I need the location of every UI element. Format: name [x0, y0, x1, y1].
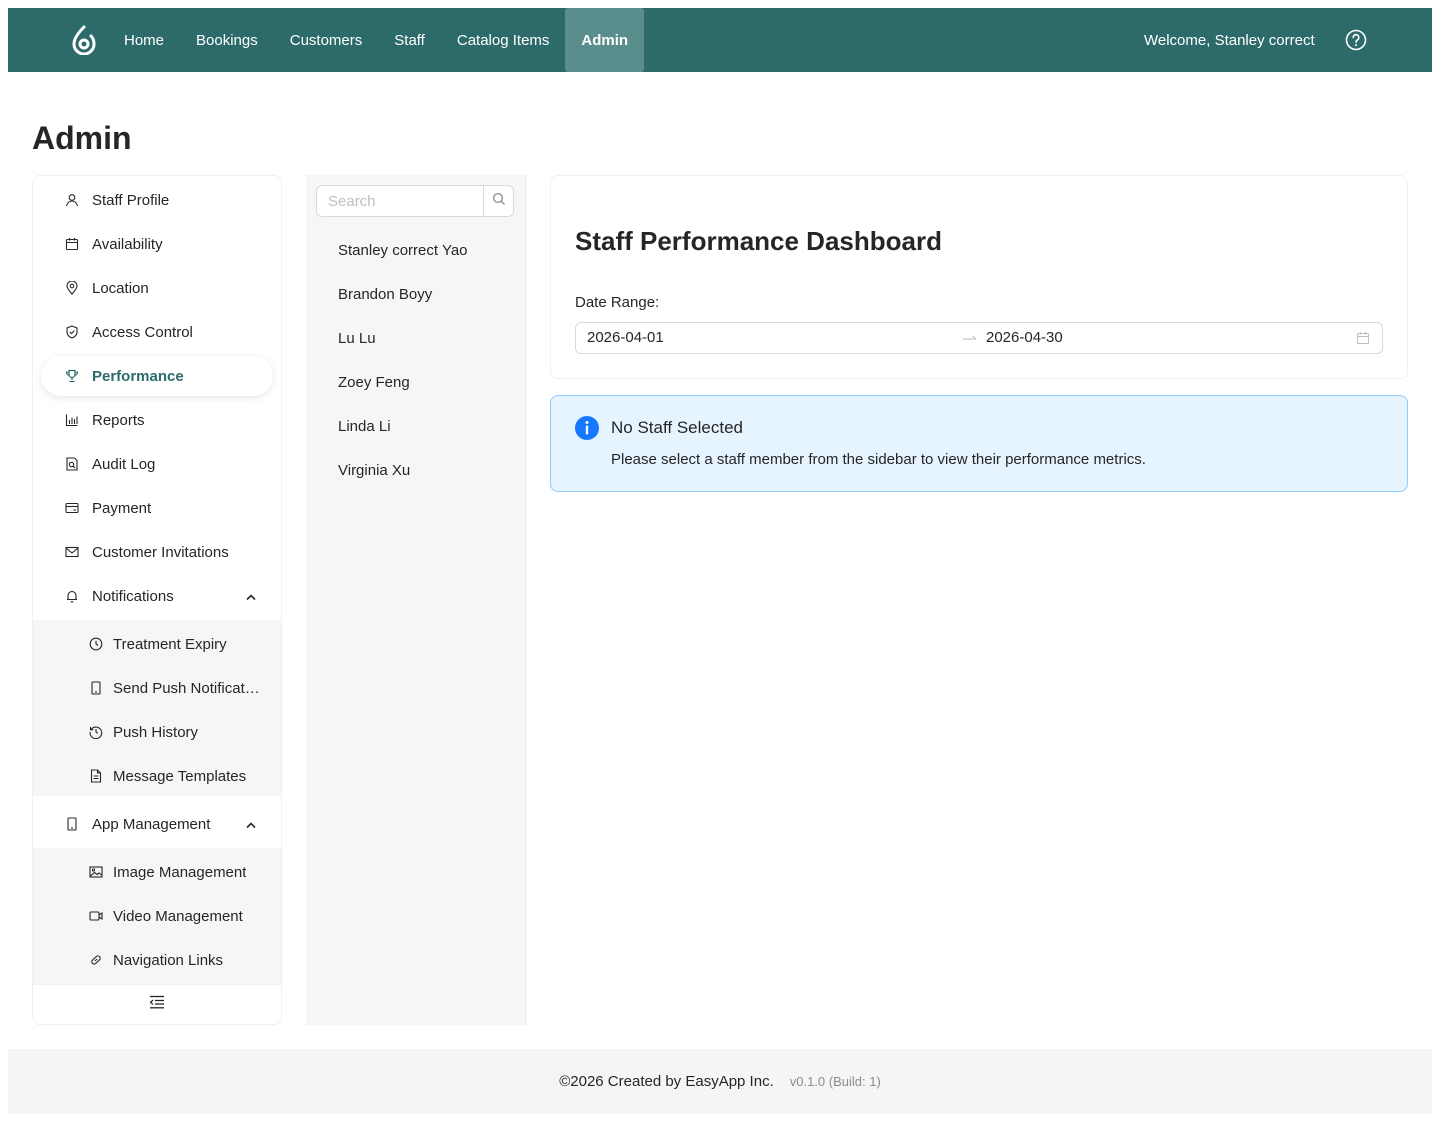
nav-catalog-items[interactable]: Catalog Items — [441, 8, 566, 72]
app-logo-icon[interactable] — [68, 22, 100, 58]
mail-icon — [65, 545, 79, 559]
menu-item-label: Staff Profile — [92, 191, 170, 209]
file-search-icon — [65, 457, 79, 471]
submenu-item-video-management[interactable]: Video Management — [41, 896, 273, 936]
nav-customers[interactable]: Customers — [274, 8, 379, 72]
menu-item-label: Notifications — [92, 587, 174, 605]
submenu-item-treatment-expiry[interactable]: Treatment Expiry — [41, 624, 273, 664]
menu-item-label: Audit Log — [92, 455, 156, 473]
bell-icon — [65, 589, 79, 603]
admin-side-menu: Staff Profile Availability Location Acce… — [32, 175, 282, 1025]
menu-item-access-control[interactable]: Access Control — [41, 312, 273, 352]
staff-list-item[interactable]: Brandon Boyy — [338, 285, 432, 305]
staff-search — [316, 185, 514, 217]
menu-item-reports[interactable]: Reports — [41, 400, 273, 440]
bar-chart-icon — [65, 413, 79, 427]
main-nav: Home Bookings Customers Staff Catalog It… — [108, 8, 645, 72]
menu-item-label: App Management — [92, 815, 211, 833]
submenu-item-label: Video Management — [113, 907, 243, 925]
staff-list-item[interactable]: Stanley correct Yao — [338, 241, 468, 261]
location-pin-icon — [65, 281, 79, 295]
collapse-menu-button[interactable] — [33, 984, 281, 1024]
submenu-item-label: Push History — [113, 723, 199, 741]
page-footer: ©2026 Created by EasyApp Inc. v0.1.0 (Bu… — [8, 1049, 1432, 1114]
video-camera-icon — [89, 909, 103, 923]
submenu-item-message-templates[interactable]: Message Templates — [41, 756, 273, 796]
dashboard-title: Staff Performance Dashboard — [575, 226, 942, 256]
nav-home[interactable]: Home — [108, 8, 180, 72]
submenu-item-image-management[interactable]: Image Management — [41, 852, 273, 892]
staff-list-item[interactable]: Linda Li — [338, 417, 391, 437]
date-range-picker[interactable]: 2026-04-01 2026-04-30 — [575, 322, 1383, 354]
submenu-item-label: Treatment Expiry — [113, 635, 227, 653]
menu-item-label: Access Control — [92, 323, 193, 341]
start-date-input[interactable]: 2026-04-01 — [587, 323, 664, 353]
picture-icon — [89, 865, 103, 879]
mobile-icon — [65, 817, 79, 831]
menu-item-label: Customer Invitations — [92, 543, 229, 561]
menu-item-label: Performance — [92, 367, 184, 385]
history-icon — [89, 725, 103, 739]
info-icon — [575, 416, 599, 440]
welcome-text[interactable]: Welcome, Stanley correct — [1144, 8, 1315, 72]
date-range-label: Date Range: — [575, 294, 660, 311]
menu-item-performance[interactable]: Performance — [41, 356, 273, 396]
menu-item-location[interactable]: Location — [41, 268, 273, 308]
staff-list-item[interactable]: Zoey Feng — [338, 373, 410, 393]
submenu-item-label: Image Management — [113, 863, 247, 881]
arrow-right-icon — [962, 331, 978, 345]
footer-copyright: ©2026 Created by EasyApp Inc. — [559, 1073, 774, 1090]
user-icon — [65, 193, 79, 207]
no-staff-selected-alert: No Staff Selected Please select a staff … — [550, 395, 1408, 492]
alert-description: Please select a staff member from the si… — [611, 451, 1146, 468]
chevron-up-icon — [245, 590, 257, 602]
submenu-item-label: Send Push Notifications — [113, 679, 261, 697]
performance-dashboard-card: Staff Performance Dashboard Date Range: … — [550, 175, 1408, 379]
menu-fold-icon — [149, 995, 165, 1014]
help-question-icon[interactable] — [1344, 28, 1368, 52]
credit-card-icon — [65, 501, 79, 515]
nav-bookings[interactable]: Bookings — [180, 8, 274, 72]
end-date-input[interactable]: 2026-04-30 — [986, 323, 1063, 353]
page-title: Admin — [32, 120, 132, 156]
nav-staff[interactable]: Staff — [378, 8, 441, 72]
top-navbar: Home Bookings Customers Staff Catalog It… — [8, 8, 1432, 72]
staff-search-input[interactable] — [316, 185, 483, 217]
submenu-item-label: Message Templates — [113, 767, 247, 785]
submenu-item-label: Navigation Links — [113, 951, 224, 969]
menu-item-customer-invitations[interactable]: Customer Invitations — [41, 532, 273, 572]
staff-list-panel: Stanley correct Yao Brandon Boyy Lu Lu Z… — [306, 175, 526, 1025]
document-icon — [89, 769, 103, 783]
submenu-item-push-history[interactable]: Push History — [41, 712, 273, 752]
footer-version: v0.1.0 (Build: 1) — [789, 1074, 881, 1089]
calendar-icon — [1356, 331, 1370, 345]
menu-item-notifications[interactable]: Notifications — [41, 576, 273, 616]
search-button[interactable] — [483, 185, 514, 217]
menu-item-payment[interactable]: Payment — [41, 488, 273, 528]
shield-check-icon — [65, 325, 79, 339]
menu-item-staff-profile[interactable]: Staff Profile — [41, 180, 273, 220]
mobile-icon — [89, 681, 103, 695]
staff-list-item[interactable]: Virginia Xu — [338, 461, 410, 481]
chevron-up-icon — [245, 818, 257, 830]
menu-item-availability[interactable]: Availability — [41, 224, 273, 264]
menu-item-label: Availability — [92, 235, 163, 253]
trophy-icon — [65, 369, 79, 383]
menu-item-label: Reports — [92, 411, 145, 429]
menu-item-label: Payment — [92, 499, 152, 517]
menu-item-audit-log[interactable]: Audit Log — [41, 444, 273, 484]
menu-item-app-management[interactable]: App Management — [41, 804, 273, 844]
link-icon — [89, 953, 103, 967]
app-frame: Home Bookings Customers Staff Catalog It… — [8, 8, 1432, 1114]
clock-icon — [89, 637, 103, 651]
menu-item-label: Location — [92, 279, 149, 297]
staff-list-item[interactable]: Lu Lu — [338, 329, 376, 349]
alert-title: No Staff Selected — [611, 418, 743, 437]
nav-admin[interactable]: Admin — [565, 8, 645, 72]
submenu-item-navigation-links[interactable]: Navigation Links — [41, 940, 273, 980]
calendar-icon — [65, 237, 79, 251]
search-icon — [492, 192, 506, 211]
submenu-item-send-push-notifications[interactable]: Send Push Notifications — [41, 668, 273, 708]
